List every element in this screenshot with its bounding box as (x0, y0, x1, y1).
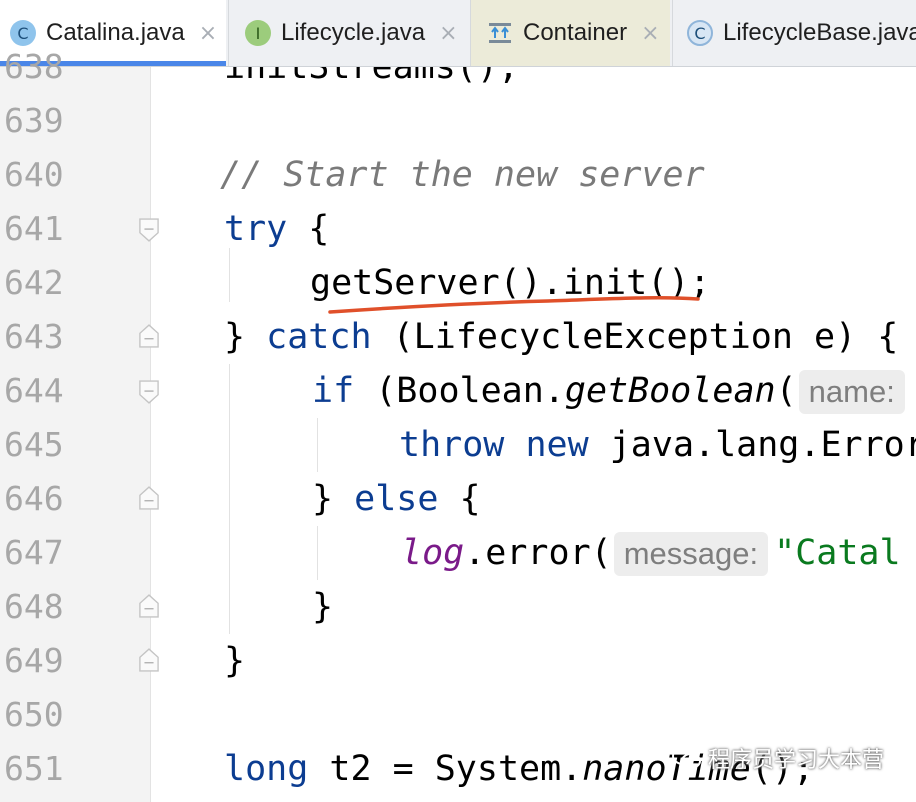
code-line: } (312, 587, 334, 627)
abstract-class-icon: C (687, 20, 713, 46)
line-number: 642 (4, 263, 64, 302)
line-number: 644 (4, 371, 64, 410)
close-icon[interactable]: × (641, 21, 659, 46)
wechat-icon (672, 747, 701, 769)
editor-tab-bar: C Catalina.java × I Lifecycle.java × Con… (0, 0, 916, 67)
close-icon[interactable]: × (439, 21, 457, 46)
hierarchy-icon (487, 20, 513, 46)
line-number: 640 (4, 155, 64, 194)
watermark: 程序员学习大本营 (672, 742, 884, 774)
watermark-text: 程序员学习大本营 (708, 748, 885, 773)
parameter-hint: name: (798, 370, 905, 414)
line-number: 638 (4, 47, 64, 86)
line-number: 639 (4, 101, 64, 140)
code-line: } else { (312, 479, 481, 519)
code-line: try { (224, 209, 330, 249)
code-editor[interactable]: initStreams(); // Start the new server t… (151, 67, 916, 802)
line-numbers: 638 639 640 641 642 643 644 645 646 647 … (0, 47, 159, 802)
indent-guide (317, 526, 318, 580)
indent-guide (229, 364, 230, 634)
line-number: 648 (4, 587, 64, 626)
tab-label: Catalina.java (46, 19, 185, 46)
code-line: // Start the new server (220, 155, 705, 195)
code-line: if (Boolean.getBoolean(name: (312, 364, 911, 418)
parameter-hint: message: (613, 532, 769, 576)
code-line: log.error(message: "Catal (401, 526, 901, 580)
line-number: 650 (4, 695, 64, 734)
indent-guide (229, 248, 230, 302)
interface-icon: I (245, 20, 271, 46)
indent-guide (317, 418, 318, 472)
tab-lifecyclebase-java[interactable]: C LifecycleBase.java (672, 0, 916, 66)
red-underline-annotation (328, 295, 700, 314)
code-line: } (224, 641, 246, 681)
line-number: 647 (4, 533, 64, 572)
line-number: 643 (4, 317, 64, 356)
tab-label: Lifecycle.java (281, 19, 426, 46)
line-number: 645 (4, 425, 64, 464)
tab-container[interactable]: Container × (470, 0, 670, 66)
code-line: initStreams(); (224, 67, 520, 87)
line-number: 649 (4, 641, 64, 680)
line-number: 641 (4, 209, 64, 248)
line-number: 646 (4, 479, 64, 518)
tab-lifecycle-java[interactable]: I Lifecycle.java × (228, 0, 468, 66)
close-icon[interactable]: × (199, 21, 217, 46)
tab-label: Container (523, 19, 628, 46)
code-line: throw new java.lang.Error (399, 425, 916, 465)
line-number: 651 (4, 749, 64, 788)
tab-label: LifecycleBase.java (723, 19, 916, 46)
